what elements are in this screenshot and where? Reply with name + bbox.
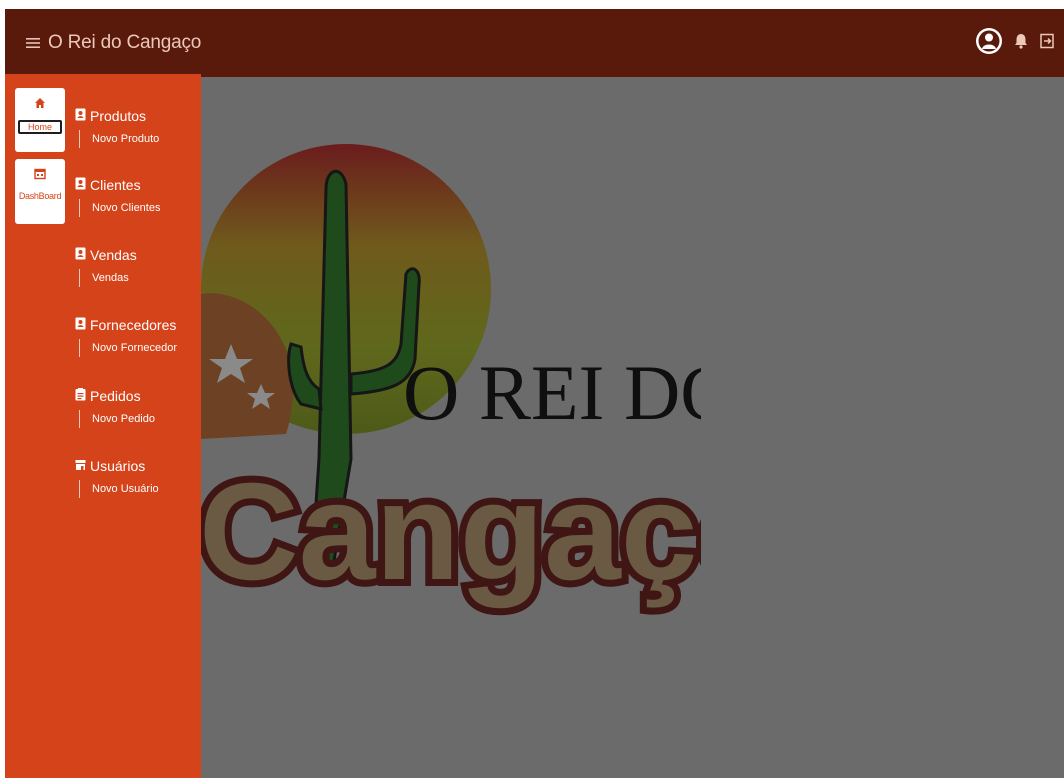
- nav-subitem-novo-usuario[interactable]: Novo Usuário: [79, 480, 201, 498]
- nav-subitem-novo-pedido[interactable]: Novo Pedido: [79, 410, 201, 428]
- nav-section-clientes: Clientes Novo Clientes: [75, 177, 201, 217]
- contact-book-icon: [75, 317, 86, 333]
- brand-logo: O REI DO Cangaço: [192, 119, 789, 629]
- nav-label-pedidos: Pedidos: [90, 388, 141, 404]
- nav-section-vendas: Vendas Vendas: [75, 247, 201, 287]
- dashboard-icon: [34, 167, 46, 185]
- nav-section-fornecedores: Fornecedores Novo Fornecedor: [75, 317, 201, 357]
- nav-item-fornecedores[interactable]: Fornecedores: [75, 317, 201, 333]
- nav-item-vendas[interactable]: Vendas: [75, 247, 201, 263]
- contact-book-icon: [75, 177, 86, 193]
- nav-section-produtos: Produtos Novo Produto: [75, 108, 201, 148]
- store-icon: [75, 458, 86, 474]
- clipboard-icon: [75, 388, 86, 404]
- hamburger-icon[interactable]: [22, 32, 44, 54]
- nav-label-produtos: Produtos: [90, 108, 147, 124]
- contact-book-icon: [75, 247, 86, 263]
- account-circle-icon[interactable]: [974, 26, 1004, 61]
- logo-line1: O REI DO: [403, 349, 701, 436]
- contact-book-icon: [75, 108, 86, 124]
- nav-subitem-novo-produto[interactable]: Novo Produto: [79, 130, 201, 148]
- nav-item-clientes[interactable]: Clientes: [75, 177, 201, 193]
- home-icon: [34, 96, 46, 114]
- bell-icon[interactable]: [1012, 32, 1030, 55]
- logo-line2: Cangaço: [201, 455, 701, 609]
- nav-subitem-novo-clientes[interactable]: Novo Clientes: [79, 199, 201, 217]
- home-label: Home: [17, 120, 62, 134]
- nav-label-fornecedores: Fornecedores: [90, 317, 177, 333]
- logout-icon[interactable]: [1038, 32, 1056, 55]
- nav-label-vendas: Vendas: [90, 247, 137, 263]
- nav-section-usuarios: Usuários Novo Usuário: [75, 458, 201, 498]
- nav-label-clientes: Clientes: [90, 177, 141, 193]
- dashboard-tile[interactable]: DashBoard: [15, 159, 65, 224]
- nav-subitem-novo-fornecedor[interactable]: Novo Fornecedor: [79, 339, 201, 357]
- sidebar: Home DashBoard Produtos Novo Produto Cli…: [5, 74, 201, 778]
- header-actions: [974, 26, 1056, 61]
- nav-item-usuarios[interactable]: Usuários: [75, 458, 201, 474]
- nav-item-produtos[interactable]: Produtos: [75, 108, 201, 124]
- nav-label-usuarios: Usuários: [90, 458, 146, 474]
- top-app-bar: O Rei do Cangaço: [5, 9, 1064, 77]
- app-frame: O Rei do Cangaço Home DashBoard Produtos…: [5, 9, 1064, 778]
- dashboard-label: DashBoard: [18, 191, 62, 201]
- home-tile[interactable]: Home: [15, 88, 65, 152]
- app-title[interactable]: O Rei do Cangaço: [48, 32, 201, 54]
- nav-item-pedidos[interactable]: Pedidos: [75, 388, 201, 404]
- nav-subitem-vendas[interactable]: Vendas: [79, 269, 201, 287]
- nav-section-pedidos: Pedidos Novo Pedido: [75, 388, 201, 428]
